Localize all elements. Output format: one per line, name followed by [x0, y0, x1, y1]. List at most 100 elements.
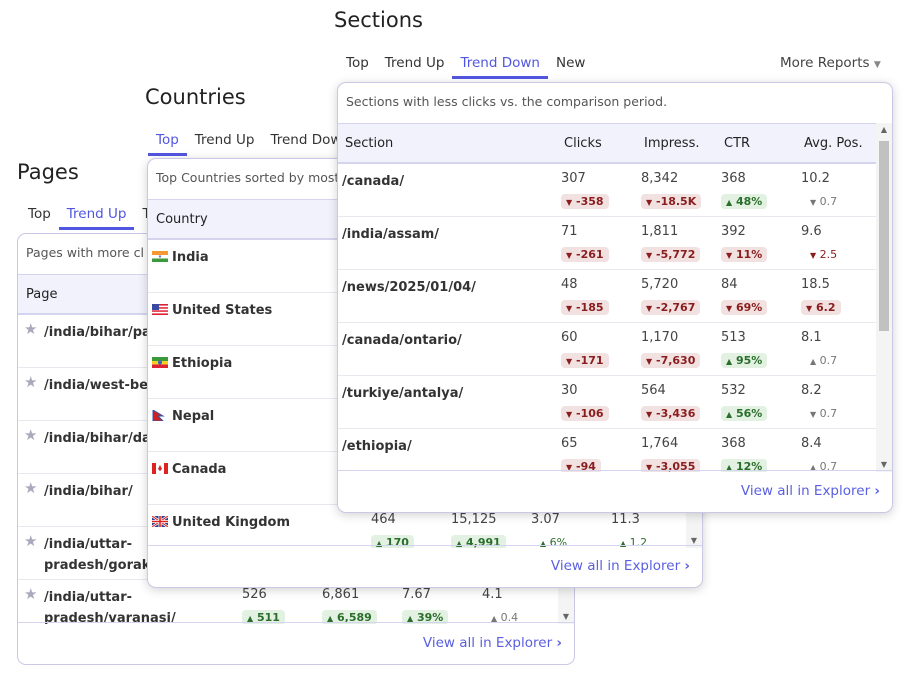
table-row[interactable]: /canada/ontario/60 ▼ -171 1,170 ▼ -7,630 513… — [338, 323, 876, 376]
row-name[interactable]: United Kingdom — [152, 512, 290, 533]
triangle-down-icon: ▼ — [646, 198, 653, 207]
scrollbar-thumb[interactable] — [879, 141, 889, 331]
star-icon[interactable]: ★ — [24, 532, 37, 550]
tab-trend-up[interactable]: Trend Up — [58, 206, 135, 230]
tab-top[interactable]: Top — [20, 206, 59, 230]
more-reports-label: More Reports — [780, 55, 870, 71]
delta-pos: ▼ 0.7 — [805, 194, 842, 209]
star-icon[interactable]: ★ — [24, 479, 37, 497]
card-footer: View all in Explorer › — [338, 470, 892, 512]
delta-value: -358 — [576, 195, 604, 208]
row-name[interactable]: India — [152, 247, 209, 268]
column-header[interactable]: Avg. Pos. — [804, 136, 863, 151]
triangle-down-icon: ▼ — [566, 357, 573, 366]
tab-top[interactable]: Top — [338, 55, 377, 79]
view-all-label: View all in Explorer — [422, 635, 553, 651]
delta-value: 2.5 — [819, 248, 838, 261]
scroll-down-icon[interactable]: ▼ — [876, 460, 892, 469]
row-name[interactable]: /india/uttar-pradesh/varanasi/ — [44, 587, 194, 624]
star-icon[interactable]: ★ — [24, 373, 37, 391]
row-name[interactable]: Nepal — [152, 406, 214, 427]
tab-top[interactable]: Top — [148, 132, 187, 156]
column-header[interactable]: Section — [345, 136, 393, 151]
delta-ctr: ▲ 56% — [721, 406, 768, 421]
tab-trend-down[interactable]: Trend Down — [452, 55, 548, 79]
tab-new[interactable]: New — [548, 55, 593, 79]
row-name-text: /india/bihar/ — [44, 484, 133, 499]
table-row[interactable]: /india/assam/71 ▼ -261 1,811 ▼ -5,772 392 ▼ 1… — [338, 217, 876, 270]
row-name[interactable]: United States — [152, 300, 272, 321]
delta-value: 95% — [736, 354, 763, 367]
delta-clicks: ▼ -106 — [561, 406, 609, 421]
delta-impress: ▼ -3,436 — [641, 406, 701, 421]
triangle-down-icon: ▼ — [726, 304, 733, 313]
delta-pos: ▼ 6.2 — [801, 300, 841, 315]
view-all-label: View all in Explorer — [550, 558, 681, 574]
row-name-text: Canada — [172, 462, 227, 477]
flag-uk-icon — [152, 516, 168, 527]
chevron-right-icon: › — [684, 558, 690, 574]
row-name[interactable]: /canada/ontario/ — [342, 330, 462, 351]
row-name[interactable]: /canada/ — [342, 171, 404, 192]
row-name[interactable]: /news/2025/01/04/ — [342, 277, 476, 298]
row-name-text: /ethiopia/ — [342, 439, 412, 454]
chevron-right-icon: › — [874, 483, 880, 499]
row-name[interactable]: /turkiye/antalya/ — [342, 383, 463, 404]
column-header[interactable]: Country — [156, 212, 208, 227]
column-header[interactable]: Page — [26, 287, 57, 302]
row-name[interactable]: Ethiopia — [152, 353, 232, 374]
view-all-link[interactable]: View all in Explorer › — [551, 558, 690, 574]
star-icon[interactable]: ★ — [24, 585, 37, 603]
delta-value: 0.7 — [819, 354, 838, 367]
view-all-link[interactable]: View all in Explorer › — [741, 483, 880, 499]
view-all-link[interactable]: View all in Explorer › — [423, 635, 562, 651]
tab-trend-up[interactable]: Trend Up — [377, 55, 453, 79]
delta-value: -261 — [576, 248, 604, 261]
table-row[interactable]: /ethiopia/65 ▼ -94 1,764 ▼ -3,055 368 ▲ 12% 8.… — [338, 429, 876, 472]
scroll-down-icon[interactable]: ▼ — [686, 536, 702, 545]
delta-value: -3,436 — [656, 407, 696, 420]
value-pos: 8.4 — [801, 436, 822, 451]
scroll-down-icon[interactable]: ▼ — [558, 612, 574, 621]
value-pos: 11.3 — [611, 512, 640, 527]
table-row[interactable]: /turkiye/antalya/30 ▼ -106 564 ▼ -3,436 532 ▲… — [338, 376, 876, 429]
table-row[interactable]: /news/2025/01/04/48 ▼ -185 5,720 ▼ -2,767 84… — [338, 270, 876, 323]
flag-us-icon — [152, 304, 168, 315]
table-row[interactable]: /canada/307 ▼ -358 8,342 ▼ -18.5K 368 ▲ 48% 10… — [338, 164, 876, 217]
delta-value: -5,772 — [656, 248, 696, 261]
delta-value: -171 — [576, 354, 604, 367]
delta-impress: ▼ -2,767 — [641, 300, 701, 315]
row-name-text: United Kingdom — [172, 515, 291, 530]
star-icon[interactable]: ★ — [24, 320, 37, 338]
scroll-up-icon[interactable]: ▲ — [876, 125, 892, 134]
row-name[interactable]: /india/assam/ — [342, 224, 439, 245]
scrollbar[interactable]: ▲ ▼ — [876, 123, 892, 472]
card-footer: View all in Explorer › — [18, 622, 574, 664]
value-impress: 1,170 — [641, 330, 679, 345]
delta-pos: ▼ 2.5 — [805, 247, 842, 262]
value-ctr: 392 — [721, 224, 746, 239]
value-impress: 564 — [641, 383, 666, 398]
column-header[interactable]: Impress. — [644, 136, 700, 151]
value-clicks: 71 — [561, 224, 578, 239]
delta-impress: ▼ -18.5K — [641, 194, 702, 209]
value-ctr: 84 — [721, 277, 738, 292]
delta-impress: ▼ -7,630 — [641, 353, 701, 368]
sections-tabs: Top Trend Up Trend Down New — [338, 55, 593, 79]
tab-trend-up[interactable]: Trend Up — [187, 132, 263, 156]
row-name[interactable]: Canada — [152, 459, 226, 480]
row-name[interactable]: /ethiopia/ — [342, 436, 412, 457]
column-header[interactable]: CTR — [724, 136, 750, 151]
delta-value: 0.7 — [819, 407, 838, 420]
delta-value: -185 — [576, 301, 604, 314]
column-header[interactable]: Clicks — [564, 136, 602, 151]
value-pos: 8.2 — [801, 383, 822, 398]
triangle-down-icon: ▼ — [566, 198, 573, 207]
delta-value: 48% — [736, 195, 763, 208]
more-reports-dropdown[interactable]: More Reports ▼ — [780, 55, 881, 71]
row-name-text: /india/west-ben — [44, 378, 158, 393]
value-ctr: 368 — [721, 171, 746, 186]
star-icon[interactable]: ★ — [24, 426, 37, 444]
value-ctr: 368 — [721, 436, 746, 451]
delta-pos: ▲ 0.7 — [805, 353, 842, 368]
